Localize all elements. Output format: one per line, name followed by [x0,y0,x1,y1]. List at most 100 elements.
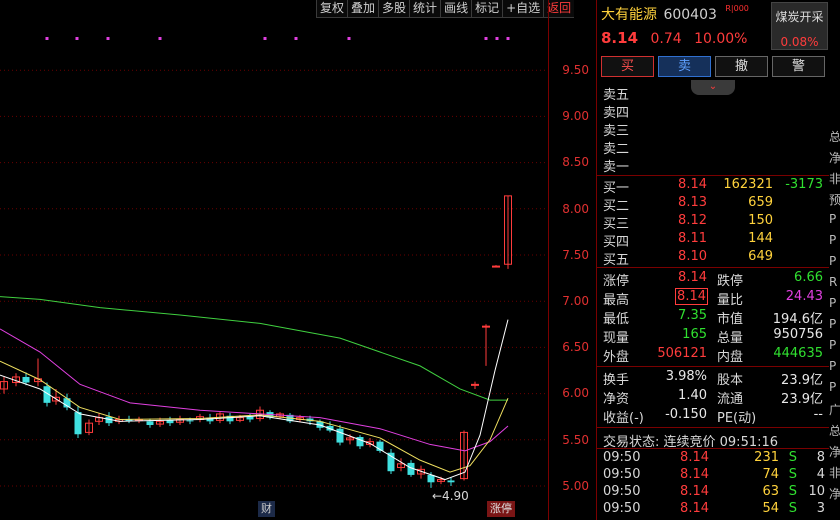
candle-body [246,416,254,420]
stat-label: 跌停 [717,274,744,289]
rating-badge: R|000 [725,4,749,13]
event-dot [158,37,162,40]
candle-body [186,420,194,422]
stat-value: 506121 [657,346,707,361]
event-dot [294,37,298,40]
mark-button[interactable]: 标记 [471,0,502,18]
stat-label: 收益(-) [603,411,644,426]
ask-row: 卖一 [603,160,630,175]
bid-row: 买二 8.13 659 [597,195,829,214]
limit-up-tag[interactable]: 涨停 [487,501,515,517]
bid-price: 8.14 [678,177,707,192]
tick-row: 09:50 8.14 74 S 4 [597,467,829,485]
tick-count: 4 [816,467,825,482]
buy-button[interactable]: 买 [601,56,654,77]
edge-char: 非 [829,466,840,480]
event-dot [506,37,510,40]
candle-body [22,376,30,383]
chevron-down-icon[interactable]: ⌄ [691,80,735,95]
stat-value: -0.150 [665,407,707,422]
period-low-label: ←4.90 [432,489,469,503]
bid-price: 8.11 [678,231,707,246]
bid-label: 买二 [603,199,630,214]
stat-label: 净资 [603,392,630,407]
bid-label: 买四 [603,235,630,250]
edge-char: P [829,380,837,394]
add-watchlist-button[interactable]: +自选 [502,0,543,18]
y-tick: 5.50 [562,433,589,447]
multi-stock-button[interactable]: 多股 [378,0,409,18]
clipped-side-panel: 总净非预PPPRPPPPP广总净非净 [828,0,840,520]
finance-report-tag[interactable]: 财 [258,501,275,517]
tick-row: 09:50 8.14 231 S 8 [597,450,829,468]
stat-label: 股本 [717,373,744,388]
tick-count: 3 [816,501,825,516]
edge-char: 总 [829,130,840,144]
edge-char: P [829,254,837,268]
chart-toolbar: 复权 叠加 多股 统计 画线 标记 +自选 返回 [316,0,575,18]
kline-chart[interactable] [0,0,548,520]
bid-price: 8.10 [678,249,707,264]
alert-button[interactable]: 警 [772,56,825,77]
ask-row: 卖四 [603,106,630,121]
draw-line-button[interactable]: 画线 [440,0,471,18]
y-tick: 8.00 [562,202,589,216]
y-tick: 9.50 [562,63,589,77]
ma-line [0,319,509,481]
event-dot [347,37,351,40]
stat-label: 最高 [603,293,630,308]
bid-change: -3173 [785,177,823,192]
edge-char: P [829,317,837,331]
stat-label: 换手 [603,373,630,388]
tick-time: 09:50 [603,450,641,465]
bid-row: 买三 8.12 150 [597,213,829,232]
tick-count: 10 [808,484,825,499]
tick-price: 8.14 [680,501,709,516]
stat-value: 165 [682,327,707,342]
stat-value: 23.9亿 [781,392,823,407]
bid-volume: 144 [748,231,773,246]
stat-value: 1.40 [678,388,707,403]
restore-rights-button[interactable]: 复权 [316,0,347,18]
bid-label: 买一 [603,181,630,196]
y-tick: 7.50 [562,248,589,262]
sector-name: 煤炭开采 [775,10,824,24]
y-tick: 6.00 [562,386,589,400]
cancel-order-button[interactable]: 撤 [715,56,768,77]
event-dot [263,37,267,40]
kline-svg[interactable] [0,0,548,520]
stat-value: 6.66 [794,270,823,285]
sell-button[interactable]: 卖 [658,56,711,77]
stat-label: 总量 [717,331,744,346]
stat-row: 涨停 8.14 跌停 6.66 [597,270,829,289]
edge-char: 广 [829,403,840,417]
tick-time: 09:50 [603,501,641,516]
tick-row: 09:50 8.14 54 S 3 [597,501,829,519]
bid-label: 买三 [603,217,630,232]
divider [597,448,829,449]
stat-value: 194.6亿 [772,312,823,327]
overlay-button[interactable]: 叠加 [347,0,378,18]
stat-label: 量比 [717,293,744,308]
edge-char: 净 [829,445,840,459]
ask-row: 卖三 [603,124,630,139]
price-change-pct: 10.00% [694,31,748,47]
event-dot [106,37,110,40]
stat-label: 现量 [603,331,630,346]
edge-char: P [829,359,837,373]
stat-row: 净资 1.40 流通 23.9亿 [597,388,829,407]
trade-buttons: 买 卖 撤 警 [601,56,825,77]
stat-value: 8.14 [678,270,707,285]
event-dot [484,37,488,40]
tick-direction: S [788,467,797,482]
candle-body [471,383,479,386]
divider [597,267,829,268]
statistics-button[interactable]: 统计 [409,0,440,18]
tick-price: 8.14 [680,450,709,465]
stat-value: 23.9亿 [781,373,823,388]
event-dot [45,37,49,40]
bid-price: 8.13 [678,195,707,210]
edge-char: 净 [829,487,840,501]
stat-row: 收益(-) -0.150 PE(动) -- [597,407,829,426]
sector-box[interactable]: 煤炭开采 0.08% [771,2,828,50]
